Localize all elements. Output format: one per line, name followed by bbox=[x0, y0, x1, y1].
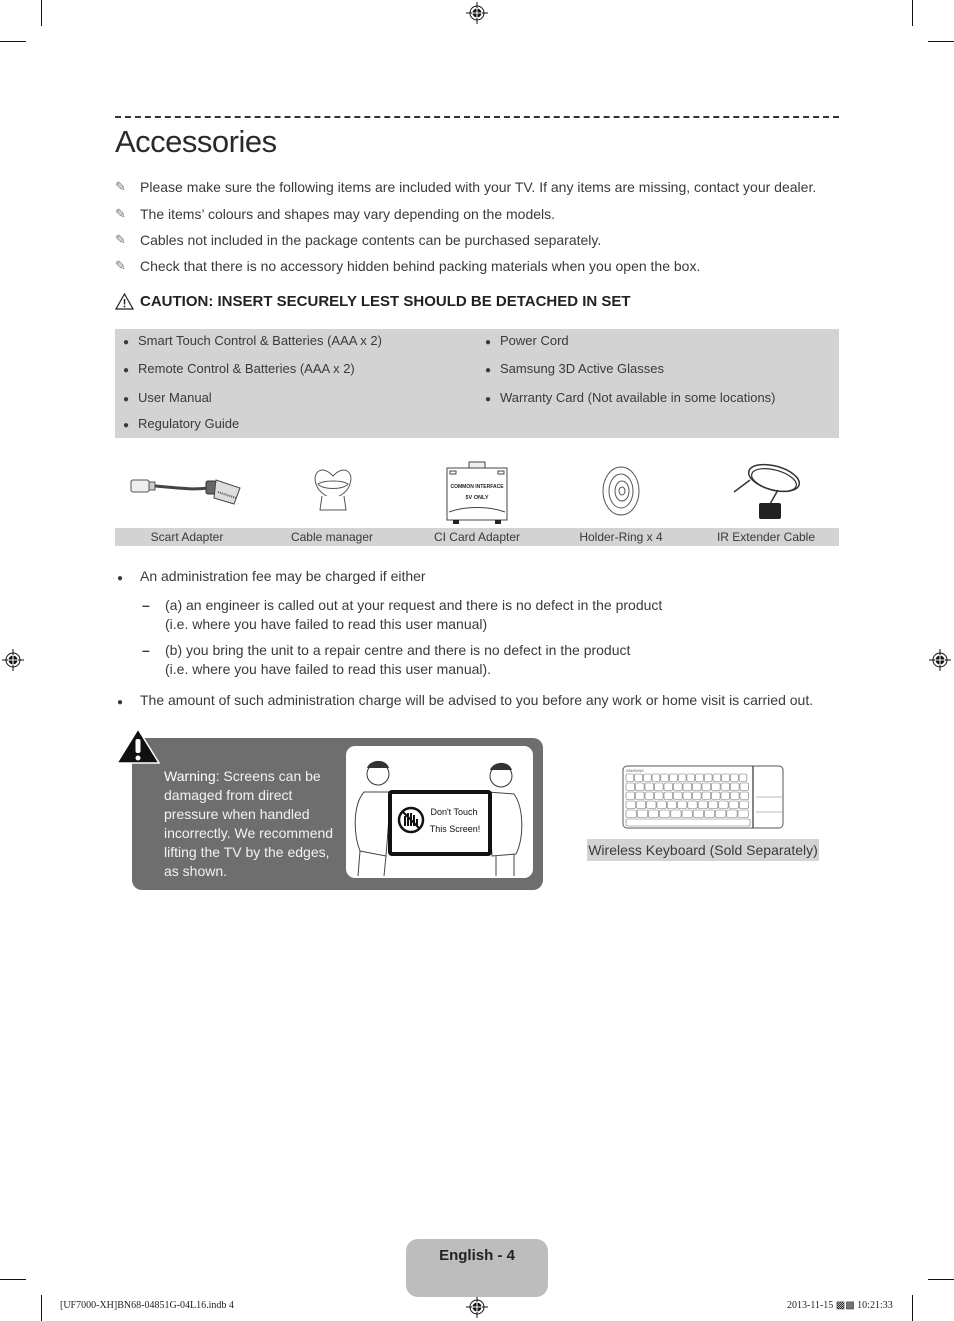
page-number-tab: English - 4 bbox=[406, 1239, 548, 1297]
accessory-label: Regulatory Guide bbox=[138, 416, 240, 431]
accessory-label: Warranty Card (Not available in some loc… bbox=[500, 390, 776, 405]
keyboard-caption: Wireless Keyboard (Sold Separately) bbox=[587, 839, 819, 861]
note-text: Cables not included in the package conte… bbox=[140, 232, 602, 248]
note-item: ✎ Please make sure the following items a… bbox=[115, 179, 816, 195]
ci-label-line1: COMMON INTERFACE bbox=[450, 484, 504, 490]
crop-mark bbox=[41, 1295, 42, 1321]
admin-fee-sub-text: (i.e. where you have failed to read this… bbox=[165, 661, 492, 677]
accessory-list-item: ● User Manual bbox=[123, 390, 212, 405]
pencil-note-icon: ✎ bbox=[115, 232, 126, 247]
accessory-list-item: ● Remote Control & Batteries (AAA x 2) bbox=[123, 361, 355, 376]
pencil-note-icon: ✎ bbox=[115, 258, 126, 273]
pencil-note-icon: ✎ bbox=[115, 179, 126, 194]
crop-mark bbox=[912, 0, 913, 26]
note-item: ✎ Cables not included in the package con… bbox=[115, 232, 601, 248]
crop-mark bbox=[41, 0, 42, 26]
ci-label-line2: 5V ONLY bbox=[465, 495, 488, 501]
accessory-label: Power Cord bbox=[500, 333, 569, 348]
accessory-caption: Holder-Ring x 4 bbox=[579, 530, 663, 544]
warning-label: Warning bbox=[164, 768, 216, 784]
registration-mark-icon bbox=[466, 1296, 488, 1318]
sign-line1: Don't Touch bbox=[430, 807, 477, 817]
sign-line2: This Screen! bbox=[430, 824, 481, 834]
wireless-keyboard-icon: SAMSUNG bbox=[622, 765, 784, 829]
note-text: Please make sure the following items are… bbox=[140, 179, 817, 195]
warning-body: : Screens can be damaged from direct pre… bbox=[164, 768, 334, 879]
warning-text: Warning: Screens can be damaged from dir… bbox=[164, 767, 339, 881]
admin-fee-bullet: ● The amount of such administration charg… bbox=[117, 692, 814, 708]
note-item: ✎ Check that there is no accessory hidde… bbox=[115, 258, 700, 274]
accessory-label: Smart Touch Control & Batteries (AAA x 2… bbox=[138, 333, 382, 348]
ci-card-adapter-icon: COMMON INTERFACE 5V ONLY bbox=[446, 461, 508, 524]
ir-extender-cable-icon bbox=[733, 463, 801, 519]
accessory-list-item: ● Regulatory Guide bbox=[123, 416, 240, 431]
note-text: Check that there is no accessory hidden … bbox=[140, 258, 701, 274]
registration-mark-icon bbox=[2, 649, 24, 671]
registration-mark-icon bbox=[929, 649, 951, 671]
warning-triangle-icon bbox=[115, 293, 134, 310]
crop-mark bbox=[928, 1279, 954, 1280]
accessory-label: User Manual bbox=[138, 390, 212, 405]
crop-mark bbox=[0, 41, 26, 42]
caution-text: CAUTION: INSERT SECURELY LEST SHOULD BE … bbox=[140, 293, 631, 310]
admin-fee-bullet: ● An administration fee may be charged if… bbox=[117, 568, 426, 584]
admin-fee-sub-text: (i.e. where you have failed to read this… bbox=[165, 616, 488, 632]
admin-fee-sub-item: – (a) an engineer is called out at your r… bbox=[142, 597, 663, 613]
caution-heading: CAUTION: INSERT SECURELY LEST SHOULD BE … bbox=[115, 293, 631, 310]
accessory-caption: IR Extender Cable bbox=[716, 530, 816, 544]
accessory-list-item: ● Warranty Card (Not available in some lo… bbox=[485, 390, 776, 405]
warning-exclamation-icon bbox=[115, 727, 161, 764]
crop-mark bbox=[928, 41, 954, 42]
page-title: Accessories bbox=[115, 124, 277, 159]
page-number: English - 4 bbox=[439, 1247, 515, 1264]
accessory-label: Remote Control & Batteries (AAA x 2) bbox=[138, 361, 355, 376]
lift-tv-illustration: Don't Touch This Screen! bbox=[346, 746, 533, 878]
registration-mark-icon bbox=[466, 2, 488, 24]
print-slug-timestamp: 2013-11-15 ▩▩ 10:21:33 bbox=[787, 1300, 893, 1311]
accessory-caption-bar: Scart Adapter Cable manager CI Card Adap… bbox=[115, 528, 839, 546]
accessory-list-item: ● Power Cord bbox=[485, 333, 569, 348]
scart-adapter-icon bbox=[130, 479, 241, 505]
accessory-label: Samsung 3D Active Glasses bbox=[500, 361, 665, 376]
keyboard-brand: SAMSUNG bbox=[626, 769, 644, 773]
accessory-caption: CI Card Adapter bbox=[433, 530, 521, 544]
accessory-list-item: ● Smart Touch Control & Batteries (AAA x … bbox=[123, 333, 382, 348]
crop-mark bbox=[0, 1279, 26, 1280]
pencil-note-icon: ✎ bbox=[115, 206, 126, 221]
dashed-divider bbox=[115, 116, 839, 118]
admin-fee-sub-item: – (b) you bring the unit to a repair cent… bbox=[142, 642, 631, 658]
accessory-list-item: ● Samsung 3D Active Glasses bbox=[485, 361, 665, 376]
cable-manager-icon bbox=[314, 469, 352, 511]
admin-fee-sub-text: (a) an engineer is called out at your re… bbox=[165, 597, 663, 613]
admin-fee-sub-text: (b) you bring the unit to a repair centr… bbox=[165, 642, 631, 658]
admin-fee-text: The amount of such administration charge… bbox=[140, 692, 814, 708]
admin-fee-text: An administration fee may be charged if … bbox=[140, 568, 426, 584]
holder-ring-icon bbox=[602, 466, 640, 516]
accessory-caption: Scart Adapter bbox=[150, 530, 224, 544]
print-slug-file: [UF7000-XH]BN68-04851G-04L16.indb 4 bbox=[60, 1300, 234, 1311]
note-text: The items’ colours and shapes may vary d… bbox=[140, 206, 556, 222]
note-item: ✎ The items’ colours and shapes may vary… bbox=[115, 206, 555, 222]
crop-mark bbox=[912, 1295, 913, 1321]
accessory-caption: Cable manager bbox=[290, 530, 374, 544]
